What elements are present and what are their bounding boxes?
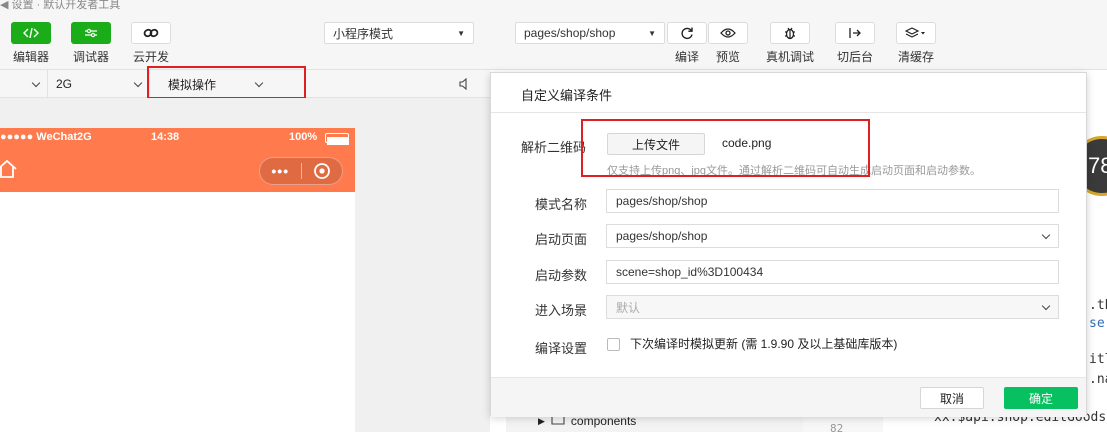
- cloud-dev-label: 云开发: [132, 50, 169, 64]
- battery-icon: [325, 133, 349, 145]
- preview-button[interactable]: 预览: [708, 22, 748, 65]
- code-icon: [11, 22, 51, 44]
- speaker-icon[interactable]: [459, 77, 469, 93]
- chevron-down-icon: [1041, 230, 1051, 239]
- refresh-icon: [667, 22, 707, 44]
- chevron-down-icon: [133, 78, 143, 87]
- start-params-value: scene=shop_id%3D100434: [616, 265, 764, 279]
- mode-name-label: 模式名称: [535, 197, 588, 212]
- page-select-value: pages/shop/shop: [524, 26, 616, 40]
- eye-icon: [708, 22, 748, 44]
- compile-label: 编译: [674, 50, 699, 64]
- background-button[interactable]: 切后台: [835, 22, 875, 65]
- remote-debug-button[interactable]: 真机调试: [766, 22, 814, 65]
- code-line: se.: [1089, 316, 1107, 331]
- code-line: .na: [1089, 372, 1107, 387]
- cancel-button[interactable]: 取消: [920, 387, 984, 409]
- chevron-down-icon: [31, 78, 41, 87]
- start-params-label: 启动参数: [535, 268, 588, 283]
- mode-name-value: pages/shop/shop: [616, 194, 708, 208]
- status-bar: ●●●●● WeChat2G 14:38 100%: [0, 128, 355, 148]
- scene-label: 进入场景: [535, 303, 588, 318]
- phone-screen: ●●●●● WeChat2G 14:38 100% •••: [0, 128, 355, 432]
- window-crumb: ◀ 设置 · 默认开发者工具: [0, 0, 121, 11]
- highlight-simulate: [147, 66, 306, 99]
- compile-button[interactable]: 编译: [667, 22, 707, 65]
- home-icon[interactable]: [0, 159, 18, 182]
- compile-settings-label: 编译设置: [535, 341, 588, 356]
- cloud-dev-button[interactable]: 云开发: [131, 22, 171, 65]
- start-page-label: 启动页面: [535, 232, 588, 247]
- debugger-toggle[interactable]: 调试器: [71, 22, 111, 65]
- scene-select[interactable]: 默认: [606, 295, 1059, 319]
- caret-right-icon: ▶: [538, 415, 545, 426]
- clear-cache-label: 清缓存: [897, 50, 934, 64]
- link-icon: [131, 22, 171, 44]
- chevron-down-icon: [1041, 301, 1051, 310]
- bug-icon: [770, 22, 810, 44]
- editor-toggle[interactable]: 编辑器: [11, 22, 51, 65]
- device-select[interactable]: [0, 70, 48, 98]
- confirm-button[interactable]: 确定: [1004, 387, 1078, 409]
- highlight-upload: [581, 119, 870, 177]
- clock-text: 14:38: [151, 131, 180, 143]
- debugger-icon: [71, 22, 111, 44]
- close-mini-icon[interactable]: [301, 162, 342, 180]
- main-toolbar: ◀ 设置 · 默认开发者工具 编辑器 调试器 云开发 小程序模式 ▼ pages…: [0, 0, 1107, 70]
- qr-label: 解析二维码: [521, 140, 587, 155]
- code-line: .th: [1089, 298, 1107, 313]
- dialog-title: 自定义编译条件: [491, 73, 1086, 113]
- code-line: itl: [1089, 352, 1107, 367]
- start-params-input[interactable]: scene=shop_id%3D100434: [606, 260, 1059, 284]
- dialog-footer: 取消 确定: [491, 377, 1086, 417]
- network-value: 2G: [56, 77, 73, 91]
- network-select[interactable]: 2G: [48, 70, 150, 98]
- mode-select-value: 小程序模式: [333, 26, 394, 41]
- clear-cache-button[interactable]: 清缓存: [896, 22, 936, 65]
- start-page-select[interactable]: pages/shop/shop: [606, 224, 1059, 248]
- start-page-value: pages/shop/shop: [616, 229, 708, 243]
- simulate-update-label: 下次编译时模拟更新 (需 1.9.90 及以上基础库版本): [630, 337, 898, 351]
- mode-name-input[interactable]: pages/shop/shop: [606, 189, 1059, 213]
- capsule-menu: •••: [259, 157, 343, 185]
- mode-select[interactable]: 小程序模式 ▼: [324, 22, 474, 44]
- remote-debug-label: 真机调试: [766, 50, 815, 64]
- editor-label: 编辑器: [12, 50, 49, 64]
- line-number: 82: [830, 422, 844, 432]
- carrier-text: ●●●●● WeChat2G: [0, 131, 92, 143]
- more-icon[interactable]: •••: [260, 163, 301, 179]
- nav-bar: •••: [0, 148, 355, 192]
- switch-out-icon: [835, 22, 875, 44]
- debugger-label: 调试器: [72, 50, 109, 64]
- scene-placeholder: 默认: [616, 300, 641, 315]
- battery-text: 100%: [289, 131, 318, 143]
- layers-icon: [896, 22, 936, 44]
- preview-label: 预览: [715, 50, 740, 64]
- page-select[interactable]: pages/shop/shop ▼: [515, 22, 665, 44]
- simulate-update-checkbox[interactable]: [607, 338, 620, 351]
- caret-down-icon: ▼: [648, 28, 656, 38]
- caret-down-icon: ▼: [457, 28, 465, 38]
- background-label: 切后台: [836, 50, 873, 64]
